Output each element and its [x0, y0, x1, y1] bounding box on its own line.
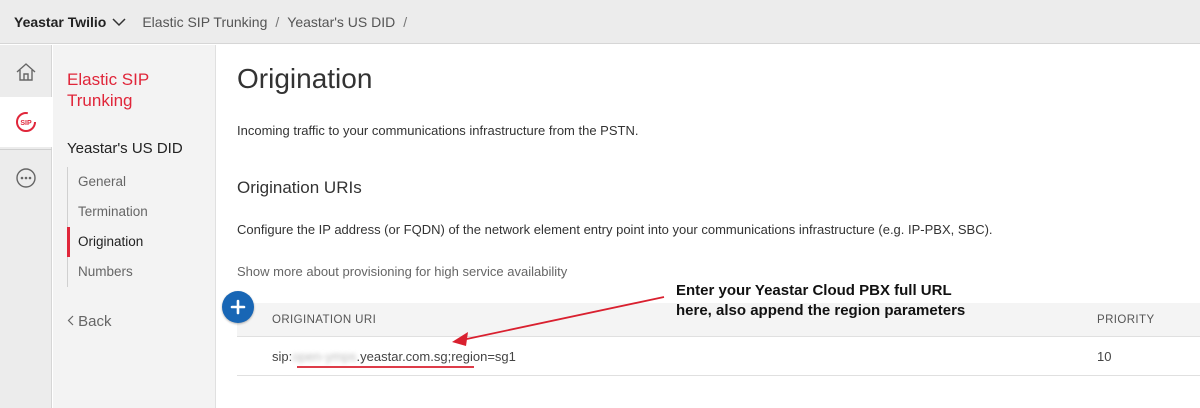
section-title: Origination URIs [237, 178, 362, 197]
annotation-line-2: here, also append the region parameters [676, 302, 966, 319]
subnav-title[interactable]: Elastic SIP Trunking [67, 69, 207, 111]
svg-text:SIP: SIP [20, 120, 32, 127]
more-icon [16, 168, 36, 188]
table-row[interactable]: sip:open-ymps.yeastar.com.sg;region=sg1 … [237, 338, 1200, 376]
column-header-priority: PRIORITY [1097, 314, 1155, 326]
add-uri-button[interactable] [222, 291, 254, 323]
breadcrumb-separator: / [275, 13, 280, 30]
origination-uri-value[interactable]: sip:open-ymps.yeastar.com.sg;region=sg1 [272, 349, 516, 364]
uri-domain: .yeastar.com.sg [356, 349, 448, 364]
secondary-nav: Elastic SIP Trunking Yeastar's US DID Ge… [53, 45, 216, 408]
chevron-down-icon [112, 17, 126, 26]
show-more-link[interactable]: Show more about provisioning for high se… [237, 264, 567, 279]
uri-params: ;region=sg1 [447, 349, 516, 364]
subnav-items: General Termination Origination Numbers [67, 167, 148, 287]
column-header-uri: ORIGINATION URI [272, 314, 377, 326]
rail-divider [0, 149, 52, 150]
home-icon [16, 63, 36, 81]
rail-home-button[interactable] [0, 47, 52, 97]
chevron-left-icon [67, 315, 74, 326]
rail-sip-button[interactable]: SIP [0, 97, 52, 147]
annotation-line-1: Enter your Yeastar Cloud PBX full URL [676, 282, 952, 299]
account-name: Yeastar Twilio [14, 13, 107, 30]
annotation-callout: Enter your Yeastar Cloud PBX full URL he… [676, 281, 1036, 321]
back-label: Back [78, 313, 112, 330]
subnav-item-origination[interactable]: Origination [67, 227, 148, 257]
breadcrumb-separator: / [403, 13, 408, 30]
subnav-item-general[interactable]: General [67, 167, 148, 197]
section-description: Configure the IP address (or FQDN) of th… [237, 222, 993, 237]
uri-prefix: sip: [272, 349, 293, 364]
subnav-trunk-name: Yeastar's US DID [67, 140, 183, 157]
breadcrumb-elastic-sip[interactable]: Elastic SIP Trunking [142, 14, 267, 30]
icon-rail: SIP [0, 45, 52, 408]
page-title: Origination [237, 63, 373, 94]
sip-icon: SIP [16, 112, 36, 132]
subnav-item-numbers[interactable]: Numbers [67, 257, 148, 287]
priority-value[interactable]: 10 [1097, 349, 1111, 364]
page-description: Incoming traffic to your communications … [237, 123, 639, 138]
plus-icon [230, 299, 246, 315]
back-link[interactable]: Back [67, 313, 112, 330]
breadcrumb-trunk[interactable]: Yeastar's US DID [287, 14, 395, 30]
top-bar: Yeastar Twilio Elastic SIP Trunking / Ye… [0, 0, 1200, 44]
account-switcher[interactable]: Yeastar Twilio [14, 14, 126, 30]
rail-more-button[interactable] [0, 153, 52, 203]
subnav-item-termination[interactable]: Termination [67, 197, 148, 227]
uri-redacted: open-ymps [292, 349, 357, 364]
